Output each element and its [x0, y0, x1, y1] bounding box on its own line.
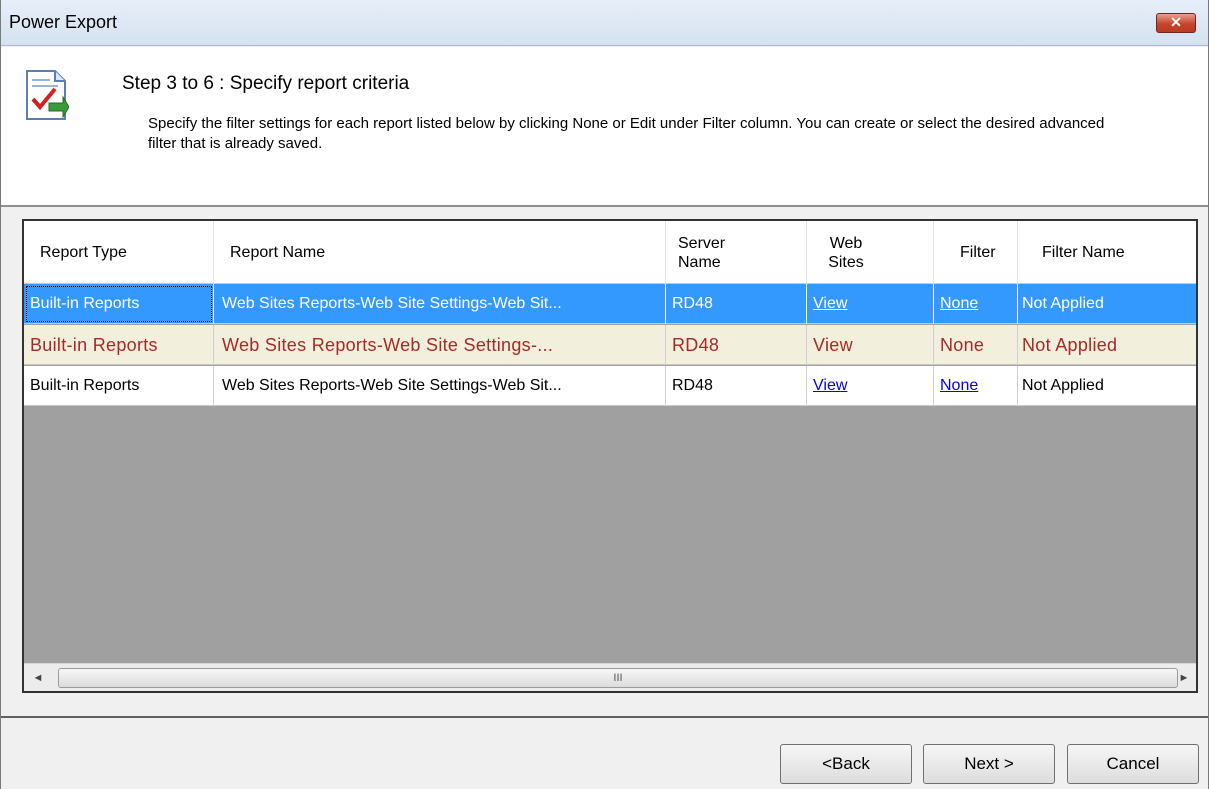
step-title: Step 3 to 6 : Specify report criteria [122, 73, 410, 94]
cell-filter-name[interactable]: Not Applied [1018, 325, 1196, 365]
cell-web-sites[interactable]: View [807, 325, 934, 365]
cell-server-name[interactable]: RD48 [666, 366, 807, 406]
cell-filter-name[interactable]: Not Applied [1018, 284, 1196, 324]
next-button-label: Next > [964, 754, 1014, 773]
cancel-button[interactable]: Cancel [1067, 744, 1199, 784]
column-header-filter[interactable]: Filter [934, 221, 1018, 284]
report-check-icon [26, 70, 69, 120]
column-header-web-sites-text: Web Sites [828, 234, 864, 271]
title-bar: Power Export ✕ [1, 0, 1208, 46]
grid-header: Report Type Report Name Server Name Web … [24, 221, 1196, 284]
column-header-filter-name[interactable]: Filter Name [1018, 221, 1196, 284]
cell-filter[interactable]: None [934, 366, 1018, 406]
cell-web-sites[interactable]: View [807, 366, 934, 406]
filter-none-link[interactable]: None [940, 295, 978, 313]
cell-report-type[interactable]: Built-in Reports [24, 366, 214, 406]
column-header-server-name-text: Server Name [678, 234, 726, 271]
cell-server-name[interactable]: RD48 [666, 325, 807, 365]
cell-report-type[interactable]: Built-in Reports [24, 284, 214, 324]
column-header-report-type[interactable]: Report Type [24, 221, 214, 284]
table-row[interactable]: Built-in Reports Web Sites Reports-Web S… [24, 325, 1196, 365]
cell-web-sites[interactable]: View [807, 284, 934, 324]
view-link[interactable]: View [813, 335, 853, 356]
back-button[interactable]: <Back [780, 744, 912, 784]
next-button[interactable]: Next > [923, 744, 1055, 784]
report-grid: Report Type Report Name Server Name Web … [22, 219, 1198, 693]
close-button[interactable]: ✕ [1156, 13, 1196, 33]
close-icon: ✕ [1170, 14, 1182, 30]
table-row[interactable]: Built-in Reports Web Sites Reports-Web S… [24, 284, 1196, 324]
scrollbar-grip-icon: III [613, 672, 623, 684]
cell-filter[interactable]: None [934, 284, 1018, 324]
back-button-label: <Back [822, 754, 870, 773]
cell-report-name[interactable]: Web Sites Reports-Web Site Settings-Web … [214, 284, 666, 324]
column-header-web-sites[interactable]: Web Sites [807, 221, 934, 284]
filter-none-link[interactable]: None [940, 335, 984, 356]
cell-report-type[interactable]: Built-in Reports [24, 325, 214, 365]
cell-server-name[interactable]: RD48 [666, 284, 807, 324]
step-description: Specify the filter settings for each rep… [148, 115, 1105, 152]
power-export-window: Power Export ✕ Step 3 to 6 : Specify rep… [0, 0, 1209, 789]
horizontal-scrollbar[interactable]: ◄ III ► [24, 663, 1196, 691]
footer-divider [1, 716, 1208, 718]
table-row[interactable]: Built-in Reports Web Sites Reports-Web S… [24, 366, 1196, 406]
cancel-button-label: Cancel [1106, 754, 1160, 773]
column-header-server-name[interactable]: Server Name [666, 221, 807, 284]
column-header-report-name[interactable]: Report Name [214, 221, 666, 284]
cell-report-name[interactable]: Web Sites Reports-Web Site Settings-... [214, 325, 666, 365]
cell-filter-name[interactable]: Not Applied [1018, 366, 1196, 406]
window-title: Power Export [9, 12, 118, 32]
wizard-header: Step 3 to 6 : Specify report criteria Sp… [1, 47, 1208, 207]
cell-report-name[interactable]: Web Sites Reports-Web Site Settings-Web … [214, 366, 666, 406]
view-link[interactable]: View [813, 377, 847, 395]
view-link[interactable]: View [813, 295, 847, 313]
cell-filter[interactable]: None [934, 325, 1018, 365]
scroll-left-icon[interactable]: ◄ [30, 670, 46, 686]
filter-none-link[interactable]: None [940, 377, 978, 395]
scrollbar-thumb[interactable]: III [58, 668, 1178, 688]
scroll-right-icon[interactable]: ► [1176, 670, 1192, 686]
